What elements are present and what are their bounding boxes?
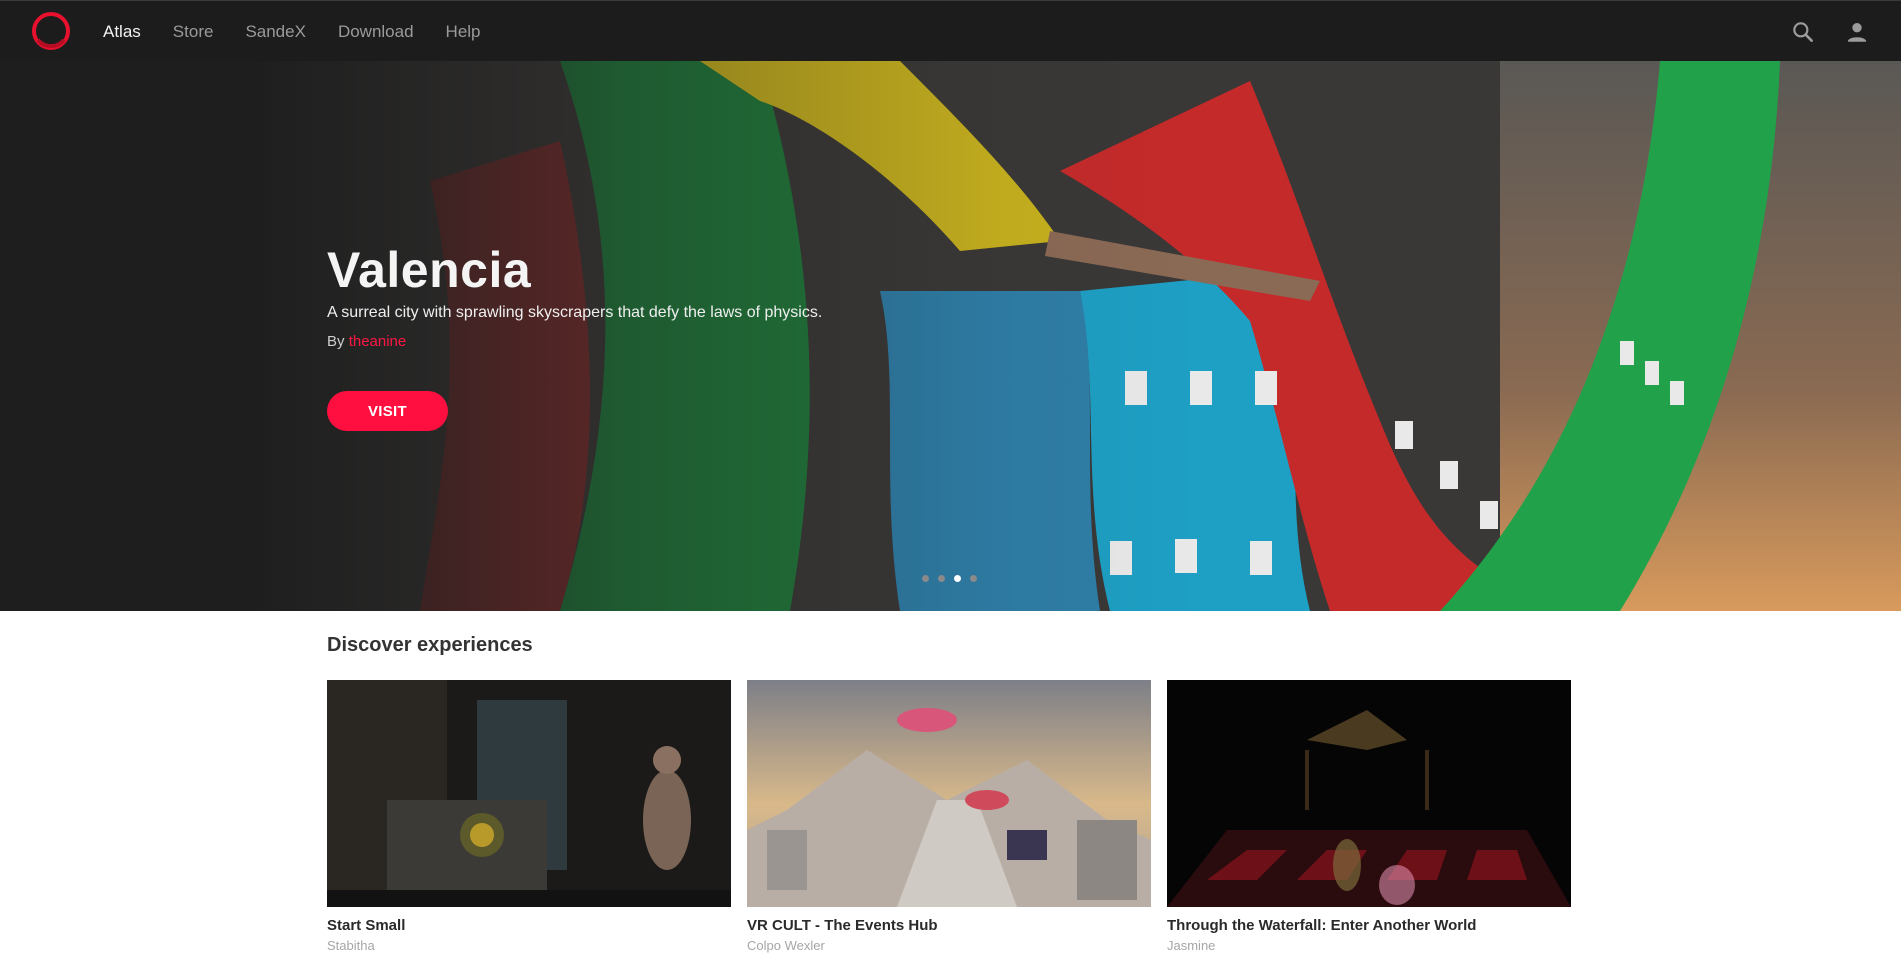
nav-link-atlas[interactable]: Atlas [103, 22, 141, 42]
experience-creator[interactable]: Colpo Wexler [747, 938, 1151, 953]
logo-icon[interactable] [30, 10, 72, 52]
carousel-dot-1[interactable] [922, 575, 929, 582]
hero-banner: Valencia A surreal city with sprawling s… [0, 61, 1901, 611]
experience-thumbnail[interactable] [327, 680, 731, 907]
nav-link-store[interactable]: Store [173, 22, 214, 42]
nav-link-help[interactable]: Help [446, 22, 481, 42]
experience-creator[interactable]: Stabitha [327, 938, 731, 953]
hero-byline: By theanine [327, 333, 406, 350]
experience-name[interactable]: Start Small [327, 917, 731, 934]
account-icon[interactable] [1844, 19, 1870, 45]
nav-links: Atlas Store SandeX Download Help [103, 1, 513, 62]
experience-name[interactable]: Through the Waterfall: Enter Another Wor… [1167, 917, 1571, 934]
hero-by-prefix: By [327, 333, 345, 350]
carousel-dot-4[interactable] [970, 575, 977, 582]
carousel-dot-3[interactable] [954, 575, 961, 582]
carousel-dot-2[interactable] [938, 575, 945, 582]
hero-description: A surreal city with sprawling skyscraper… [327, 304, 823, 321]
hero-gradient-overlay [0, 61, 1901, 611]
search-icon[interactable] [1790, 19, 1816, 45]
hero-title: Valencia [327, 242, 532, 298]
nav-link-sandex[interactable]: SandeX [245, 22, 306, 42]
experience-card-start-small[interactable]: Start Small Stabitha [327, 680, 731, 953]
top-nav-bar: Atlas Store SandeX Download Help [0, 0, 1901, 61]
experience-creator[interactable]: Jasmine [1167, 938, 1571, 953]
experience-card-through-the-waterfall[interactable]: Through the Waterfall: Enter Another Wor… [1167, 680, 1571, 953]
carousel-dots [922, 575, 986, 582]
section-title-discover: Discover experiences [327, 634, 533, 656]
experience-card-vr-cult[interactable]: VR CULT - The Events Hub Colpo Wexler [747, 680, 1151, 953]
visit-button[interactable]: VISIT [327, 391, 448, 431]
experience-name[interactable]: VR CULT - The Events Hub [747, 917, 1151, 934]
nav-link-download[interactable]: Download [338, 22, 414, 42]
experience-thumbnail[interactable] [747, 680, 1151, 907]
hero-author-link[interactable]: theanine [349, 333, 407, 350]
experience-thumbnail[interactable] [1167, 680, 1571, 907]
